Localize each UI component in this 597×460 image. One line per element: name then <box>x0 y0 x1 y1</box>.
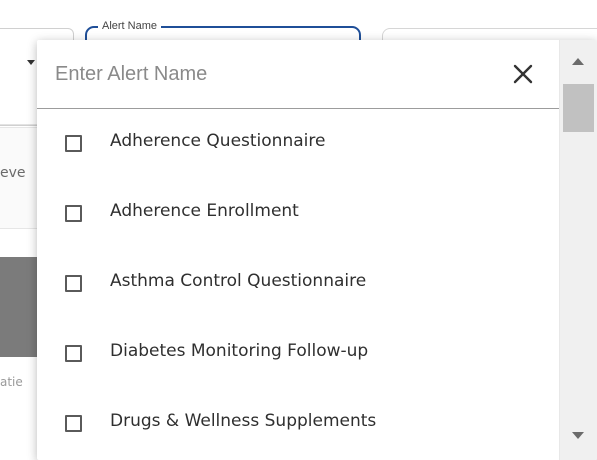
clear-search-button[interactable] <box>509 60 537 88</box>
alert-options-list: Adherence Questionnaire Adherence Enroll… <box>37 108 559 460</box>
list-item[interactable]: Drugs & Wellness Supplements <box>37 388 559 458</box>
divider <box>0 124 40 125</box>
scroll-down-arrow-icon[interactable] <box>572 432 584 439</box>
background-text-fragment-2: atie <box>0 375 23 389</box>
checkbox[interactable] <box>65 205 82 222</box>
alert-name-dropdown: Adherence Questionnaire Adherence Enroll… <box>37 40 597 460</box>
checkbox[interactable] <box>65 275 82 292</box>
option-label: Adherence Questionnaire <box>110 131 326 151</box>
option-label: Drugs & Wellness Supplements <box>110 411 377 431</box>
list-item[interactable]: Asthma Control Questionnaire <box>37 248 559 318</box>
dropdown-caret-icon[interactable] <box>27 60 35 65</box>
checkbox[interactable] <box>65 345 82 362</box>
list-item[interactable]: Adherence Enrollment <box>37 178 559 248</box>
vertical-scrollbar[interactable] <box>559 40 597 460</box>
checkbox[interactable] <box>65 135 82 152</box>
alert-name-label: Alert Name <box>98 20 162 33</box>
background-gray-block <box>0 257 38 357</box>
option-label: Diabetes Monitoring Follow-up <box>110 341 369 361</box>
scrollbar-thumb[interactable] <box>563 84 594 132</box>
screen: eve atie Alert Name Adherence Questionna… <box>0 0 597 460</box>
option-label: Asthma Control Questionnaire <box>110 271 367 291</box>
checkbox[interactable] <box>65 415 82 432</box>
alert-name-search-input[interactable] <box>55 56 495 92</box>
list-item[interactable]: Adherence Questionnaire <box>37 108 559 178</box>
close-icon <box>513 64 533 84</box>
list-item[interactable]: Diabetes Monitoring Follow-up <box>37 318 559 388</box>
dropdown-search-row <box>37 40 559 109</box>
background-text-fragment: eve <box>0 165 26 181</box>
scroll-up-arrow-icon[interactable] <box>572 58 584 65</box>
option-label: Adherence Enrollment <box>110 201 299 221</box>
